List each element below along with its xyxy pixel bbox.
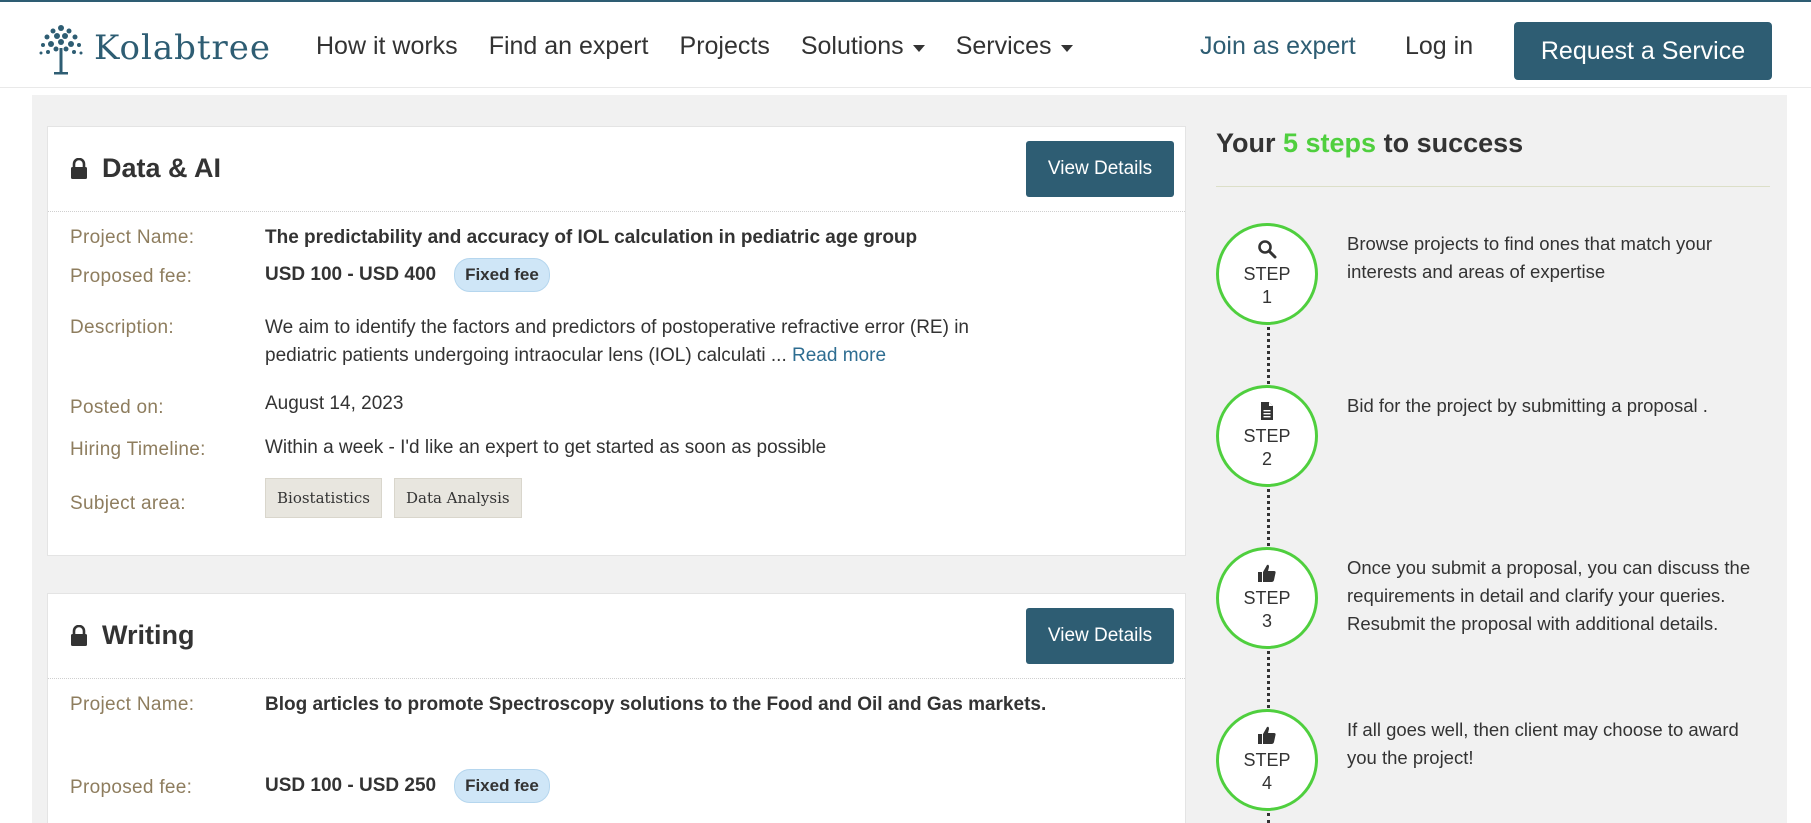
field-label: Project Name: [70, 694, 195, 715]
card-header: Data & AI View Details [48, 127, 1185, 212]
view-details-button[interactable]: View Details [1026, 141, 1174, 197]
heading-highlight: 5 steps [1283, 128, 1377, 158]
step-word: STEP [1243, 426, 1291, 446]
project-name: The predictability and accuracy of IOL c… [265, 227, 918, 248]
nav-label: How it works [316, 32, 458, 60]
project-card: Data & AI View Details Project Name: The… [47, 126, 1186, 556]
lock-icon [71, 157, 87, 179]
lock-icon [71, 624, 87, 646]
project-category: Data & AI [102, 153, 222, 183]
fee-value: USD 100 - USD 250 [265, 775, 437, 796]
field-label: Hiring Timeline: [70, 439, 206, 460]
fixed-fee-badge: Fixed fee [454, 258, 550, 292]
step-circle-2: STEP 2 [1216, 385, 1318, 487]
search-icon [1258, 240, 1277, 259]
thumbs-up-icon [1258, 564, 1276, 582]
logo[interactable]: Kolabtree [36, 20, 271, 76]
step-number: 1 [1261, 287, 1272, 307]
field-label: Proposed fee: [70, 777, 193, 798]
top-navbar: Kolabtree How it works Find an expert Pr… [0, 0, 1811, 88]
subject-tag[interactable]: Biostatistics [265, 478, 382, 518]
card-header: Writing View Details [48, 594, 1185, 679]
step-description: Browse projects to find ones that match … [1347, 233, 1713, 282]
nav-find-an-expert[interactable]: Find an expert [489, 32, 649, 61]
nav-solutions-dropdown[interactable]: Solutions [801, 32, 925, 61]
steps-heading: Your 5 steps to success [1216, 128, 1523, 159]
nav-label: Find an expert [488, 32, 649, 60]
posted-date: August 14, 2023 [265, 393, 404, 414]
fixed-fee-badge: Fixed fee [454, 769, 550, 803]
caret-down-icon [1060, 44, 1073, 52]
step-word: STEP [1243, 264, 1291, 284]
step-number: 3 [1261, 611, 1272, 631]
fee-value-wrap: USD 100 - USD 400 Fixed fee [265, 258, 550, 292]
nav-label: Solutions [800, 32, 904, 60]
login-link[interactable]: Log in [1405, 32, 1473, 61]
field-label: Proposed fee: [70, 266, 193, 287]
step-number: 2 [1261, 449, 1272, 469]
step-word: STEP [1243, 750, 1291, 770]
project-name: Blog articles to promote Spectroscopy so… [265, 694, 1047, 715]
subject-tag[interactable]: Data Analysis [393, 478, 522, 518]
thumbs-up-icon [1258, 726, 1276, 744]
logo-text: Kolabtree [94, 28, 272, 68]
fee-value-wrap: USD 100 - USD 250 Fixed fee [265, 769, 550, 803]
step-number: 4 [1261, 773, 1272, 793]
nav-services-dropdown[interactable]: Services [956, 32, 1073, 61]
request-service-button[interactable]: Request a Service [1514, 22, 1772, 80]
nav-label: Services [955, 32, 1052, 60]
description-wrap: We aim to identify the factors and predi… [265, 314, 1025, 370]
nav-label: Projects [679, 32, 770, 60]
step-description: If all goes well, then client may choose… [1347, 719, 1739, 768]
hiring-timeline: Within a week - I'd like an expert to ge… [265, 437, 827, 458]
step-description: Bid for the project by submitting a prop… [1347, 395, 1708, 416]
project-card: Writing View Details Project Name: Blog … [47, 593, 1186, 823]
heading-prefix: Your [1216, 128, 1276, 158]
heading-suffix: to success [1383, 128, 1524, 158]
field-label: Description: [70, 317, 174, 338]
card-title: Data & AI [70, 153, 221, 184]
step-circle-1: STEP 1 [1216, 223, 1318, 325]
view-details-button[interactable]: View Details [1026, 608, 1174, 664]
field-label: Project Name: [70, 227, 195, 248]
read-more-link[interactable]: Read more [792, 345, 886, 366]
join-as-expert-link[interactable]: Join as expert [1200, 32, 1356, 61]
card-title: Writing [70, 620, 194, 651]
step-circle-4: STEP 4 [1216, 709, 1318, 811]
main-nav: How it works Find an expert Projects Sol… [316, 32, 1104, 61]
divider [1216, 186, 1770, 187]
subject-tags: Biostatistics Data Analysis [265, 478, 534, 518]
step-circle-3: STEP 3 [1216, 547, 1318, 649]
tree-logo-icon [39, 25, 83, 75]
fee-value: USD 100 - USD 400 [265, 264, 437, 285]
nav-how-it-works[interactable]: How it works [316, 32, 458, 61]
nav-projects[interactable]: Projects [680, 32, 770, 61]
caret-down-icon [912, 44, 925, 52]
document-icon [1261, 402, 1273, 420]
field-label: Subject area: [70, 493, 186, 514]
project-category: Writing [102, 620, 195, 650]
step-word: STEP [1243, 588, 1291, 608]
step-description: Once you submit a proposal, you can disc… [1347, 557, 1751, 634]
field-label: Posted on: [70, 397, 164, 418]
